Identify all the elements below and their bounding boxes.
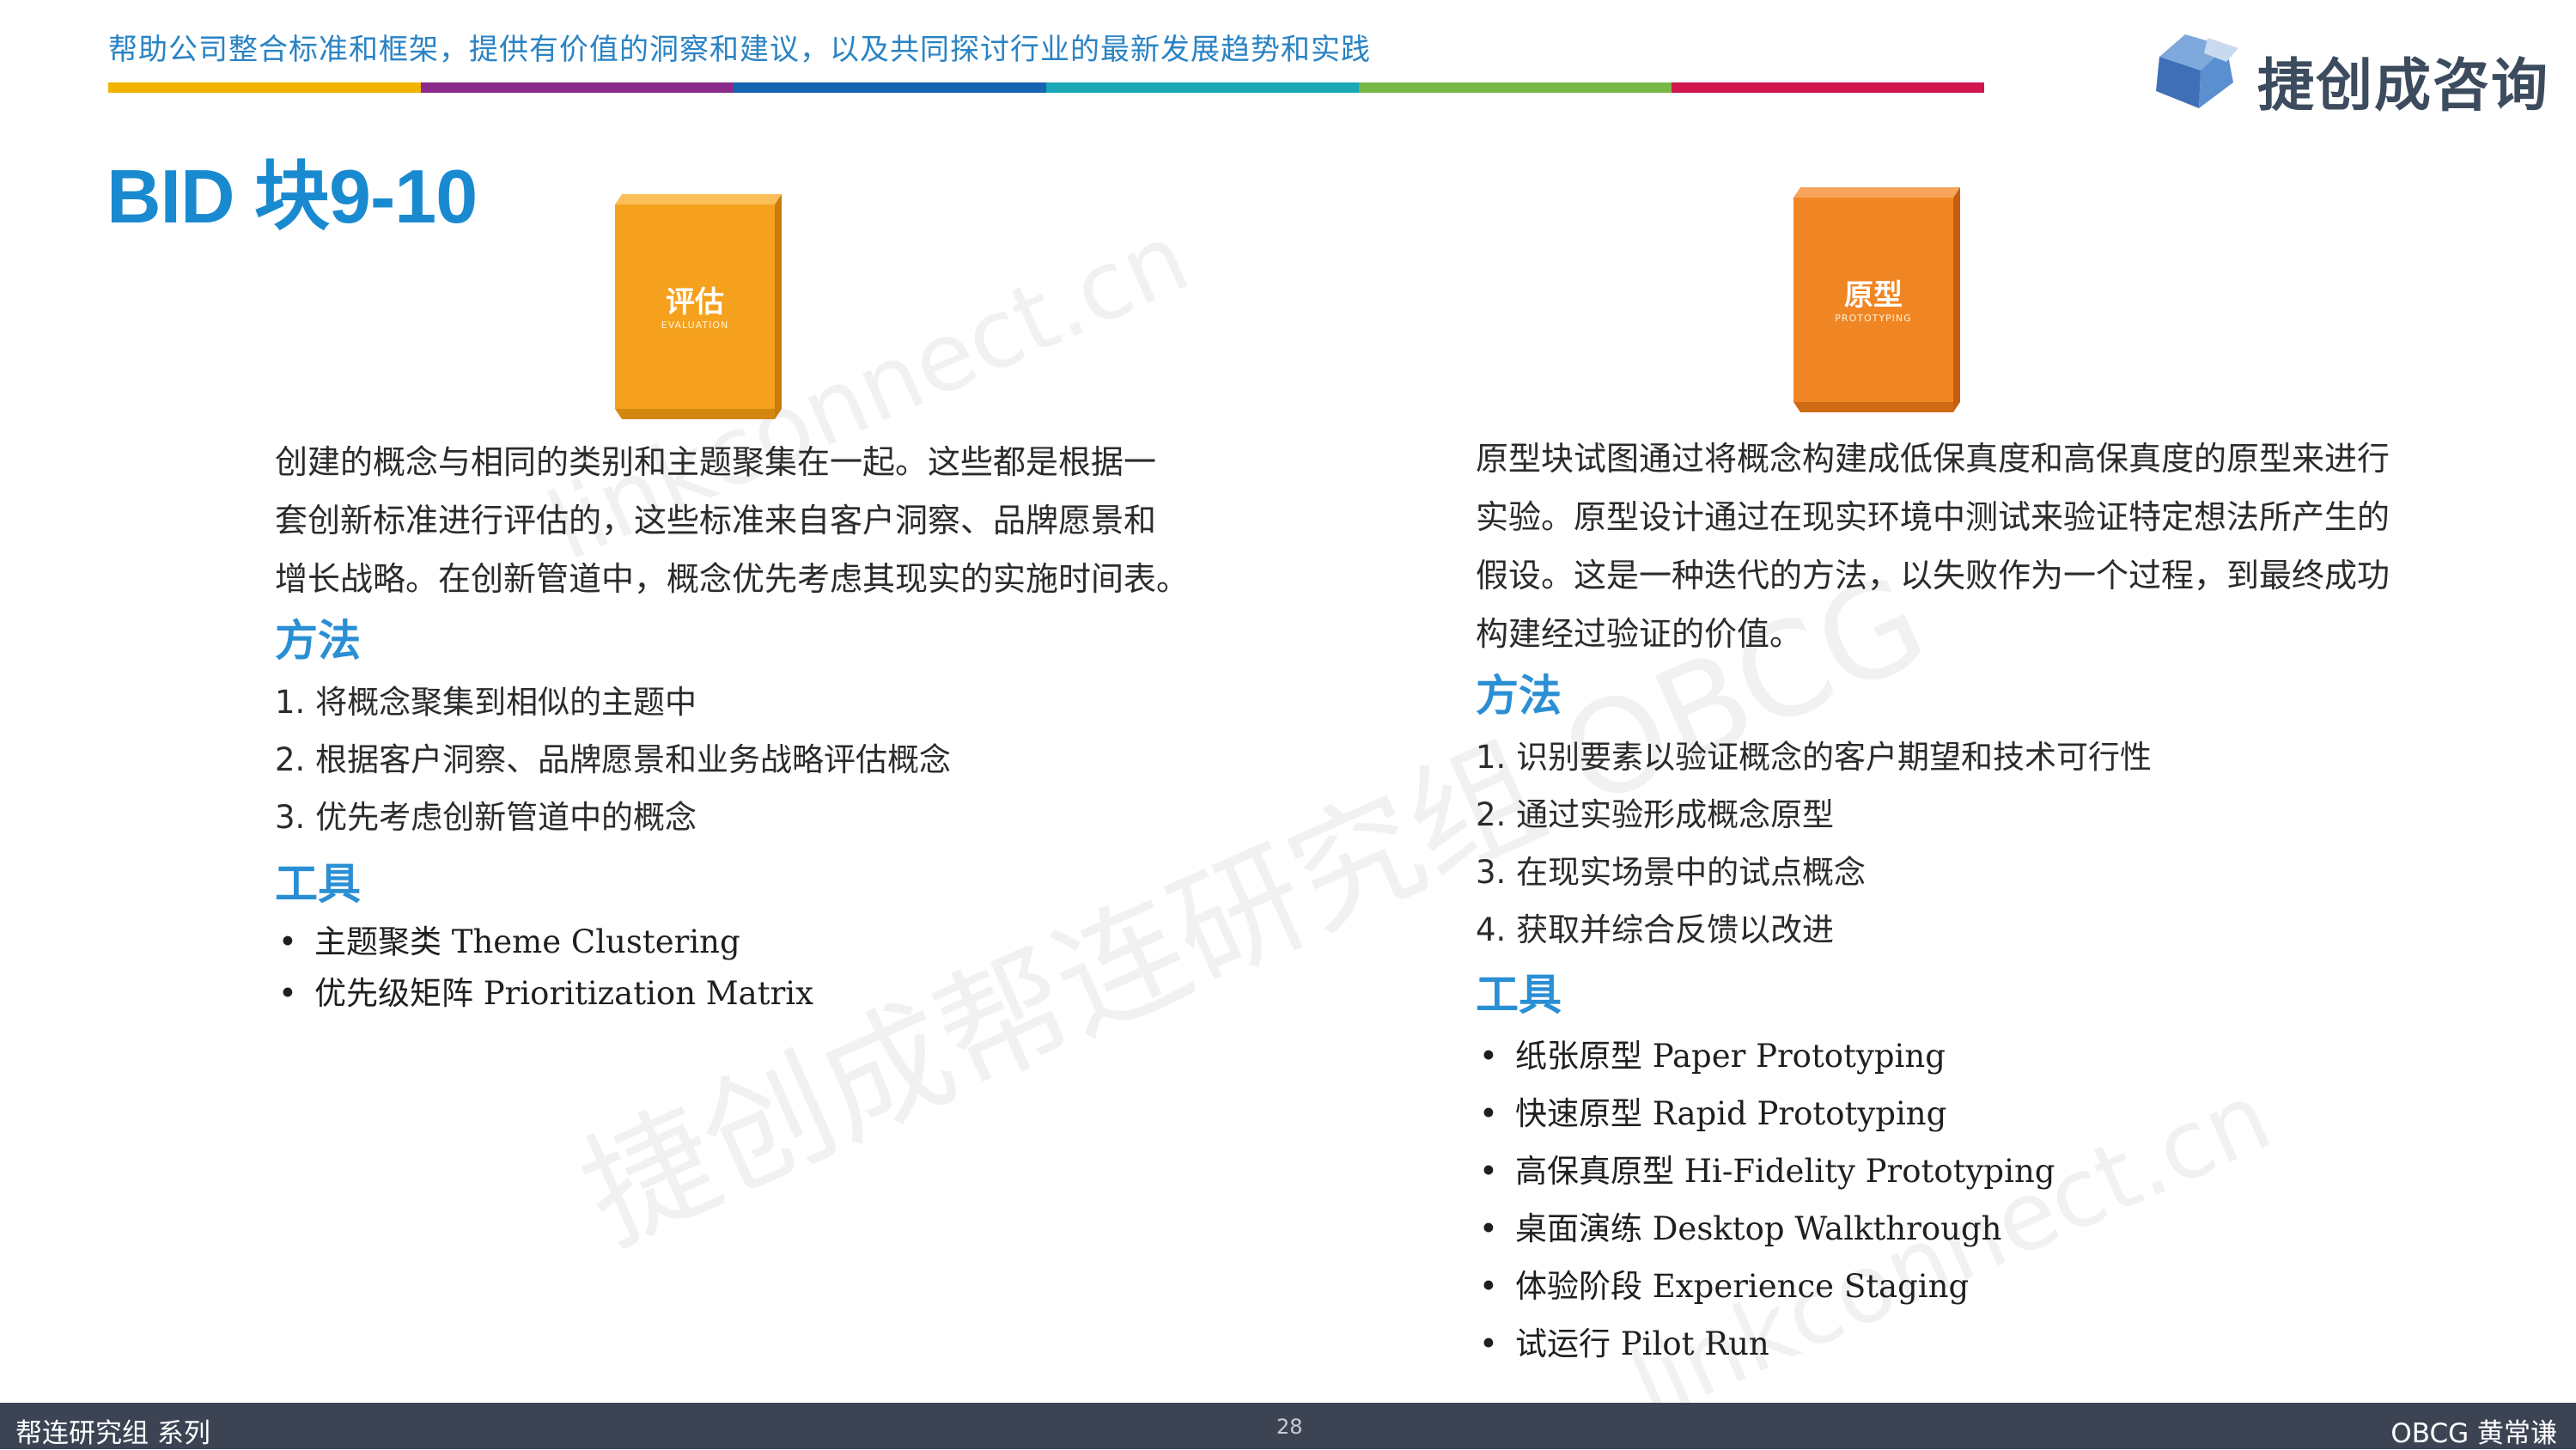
book-sublabel: EVALUATION (661, 320, 729, 331)
method-heading: 方法 (275, 616, 361, 666)
tool-item: • 纸张原型 Paper Prototyping (1476, 1027, 2438, 1085)
book-sublabel: PROTOTYPING (1835, 313, 1912, 324)
footer-series: 帮连研究组 系列 (15, 1418, 210, 1449)
bullet-icon: • (1479, 1153, 1498, 1190)
tool-item-label: 纸张原型 Paper Prototyping (1515, 1038, 1946, 1075)
method-item: 3. 优先考虑创新管道中的概念 (275, 799, 697, 836)
tool-item: • 体验阶段 Experience Staging (1476, 1258, 2438, 1315)
color-bar-segment (108, 82, 421, 93)
prototyping-book-icon: 原型 PROTOTYPING (1793, 187, 1965, 412)
bullet-icon: • (1479, 1210, 1498, 1247)
footer-bar: 帮连研究组 系列 28 OBCG 黄常谦 (0, 1403, 2576, 1449)
tool-item: • 试运行 Pilot Run (1476, 1315, 2438, 1373)
description-line: 假设。这是一种迭代的方法，以失败作为一个过程，到最终成功 (1476, 557, 2390, 594)
evaluation-column: 创建的概念与相同的类别和主题聚集在一起。这些都是根据一 套创新标准进行评估的，这… (275, 433, 1220, 1020)
logo-text: 捷创成咨询 (2257, 52, 2549, 119)
description-line: 增长战略。在创新管道中，概念优先考虑其现实的实施时间表。 (275, 560, 1190, 598)
header-tagline: 帮助公司整合标准和框架，提供有价值的洞察和建议，以及共同探讨行业的最新发展趋势和… (108, 33, 1371, 67)
bullet-icon: • (1479, 1325, 1498, 1362)
tools-heading: 工具 (275, 859, 361, 909)
header-color-bar (108, 82, 1984, 93)
color-bar-segment (421, 82, 734, 93)
description-line: 套创新标准进行评估的，这些标准来自客户洞察、品牌愿景和 (275, 502, 1157, 539)
bullet-icon: • (278, 923, 297, 960)
tool-item-label: 体验阶段 Experience Staging (1515, 1268, 1970, 1305)
bullet-icon: • (1479, 1095, 1498, 1132)
tool-item-label: 高保真原型 Hi-Fidelity Prototyping (1515, 1153, 2055, 1190)
method-item: 4. 获取并综合反馈以改进 (1476, 911, 1835, 948)
book-label: 原型 (1844, 278, 1903, 313)
method-item: 2. 通过实验形成概念原型 (1476, 796, 1835, 833)
method-item: 3. 在现实场景中的试点概念 (1476, 854, 1867, 891)
tool-item-label: 试运行 Pilot Run (1515, 1325, 1769, 1362)
company-logo: 捷创成咨询 (2147, 31, 2560, 119)
footer-author: OBCG 黄常谦 (2390, 1418, 2557, 1449)
bullet-icon: • (1479, 1038, 1498, 1075)
tools-list: • 主题聚类 Theme Clustering • 优先级矩阵 Prioritiza… (275, 917, 1220, 1020)
page-number: 28 (1276, 1415, 1303, 1439)
description-line: 实验。原型设计通过在现实环境中测试来验证特定想法所产生的 (1476, 498, 2390, 536)
method-list: 1. 识别要素以验证概念的客户期望和技术可行性 2. 通过实验形成概念原型 3.… (1476, 728, 2438, 959)
method-item: 1. 识别要素以验证概念的客户期望和技术可行性 (1476, 739, 2153, 776)
tool-item: • 高保真原型 Hi-Fidelity Prototyping (1476, 1142, 2438, 1200)
color-bar-segment (1046, 82, 1359, 93)
tool-item: • 主题聚类 Theme Clustering (275, 917, 1220, 968)
tool-item-label: 优先级矩阵 Prioritization Matrix (314, 975, 813, 1012)
tool-item-label: 主题聚类 Theme Clustering (314, 923, 740, 960)
description-line: 原型块试图通过将概念构建成低保真度和高保真度的原型来进行 (1476, 440, 2390, 478)
tool-item-label: 快速原型 Rapid Prototyping (1515, 1095, 1947, 1132)
page-title: BID 块9-10 (107, 154, 478, 239)
description-line: 构建经过验证的价值。 (1476, 615, 1803, 653)
color-bar-segment (1672, 82, 1984, 93)
method-list: 1. 将概念聚集到相似的主题中 2. 根据客户洞察、品牌愿景和业务战略评估概念 … (275, 673, 1220, 846)
method-heading: 方法 (1476, 671, 1562, 721)
prototyping-column: 原型块试图通过将概念构建成低保真度和高保真度的原型来进行 实验。原型设计通过在现… (1476, 430, 2438, 1373)
color-bar-segment (734, 82, 1046, 93)
tool-item: • 桌面演练 Desktop Walkthrough (1476, 1200, 2438, 1258)
description-line: 创建的概念与相同的类别和主题聚集在一起。这些都是根据一 (275, 443, 1157, 481)
tools-heading: 工具 (1476, 970, 1562, 1020)
evaluation-book-icon: 评估 EVALUATION (615, 194, 787, 419)
method-item: 2. 根据客户洞察、品牌愿景和业务战略评估概念 (275, 741, 952, 778)
bullet-icon: • (1479, 1268, 1498, 1305)
tools-list: • 纸张原型 Paper Prototyping • 快速原型 Rapid Prot… (1476, 1027, 2438, 1373)
book-label: 评估 (666, 285, 724, 320)
tool-item: • 快速原型 Rapid Prototyping (1476, 1085, 2438, 1142)
method-item: 1. 将概念聚集到相似的主题中 (275, 684, 697, 721)
tool-item: • 优先级矩阵 Prioritization Matrix (275, 968, 1220, 1020)
bullet-icon: • (278, 975, 297, 1012)
tool-item-label: 桌面演练 Desktop Walkthrough (1515, 1210, 2002, 1247)
color-bar-segment (1359, 82, 1672, 93)
cube-logo-icon (2156, 34, 2238, 108)
